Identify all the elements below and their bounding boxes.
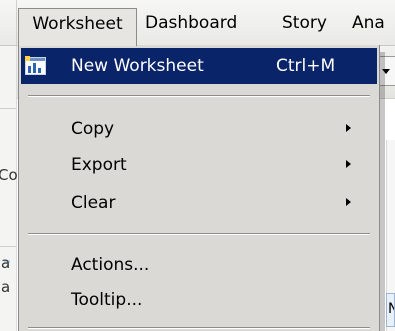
menu-story-label: Story — [282, 13, 327, 33]
menu-item-new-worksheet[interactable]: New Worksheet Ctrl+M — [21, 48, 377, 84]
chevron-right-icon — [346, 124, 351, 132]
menu-analysis-label: Ana — [352, 13, 385, 33]
menu-separator — [28, 95, 370, 97]
new-worksheet-icon — [25, 56, 47, 76]
left-pane-divider — [0, 246, 16, 247]
menu-separator — [28, 327, 370, 329]
menu-item-label: Copy — [71, 119, 115, 139]
left-pane-text-fragment: Co — [0, 166, 18, 184]
menu-analysis[interactable]: Ana — [352, 8, 385, 38]
menu-item-copy[interactable]: Copy — [21, 111, 377, 147]
chevron-right-icon — [346, 198, 351, 206]
left-pane: Co a a — [0, 46, 18, 331]
menu-item-tooltip[interactable]: Tooltip... — [21, 282, 377, 318]
menu-worksheet[interactable]: Worksheet — [18, 8, 137, 46]
menu-item-clear[interactable]: Clear — [21, 185, 377, 221]
worksheet-dropdown-menu: New Worksheet Ctrl+M Copy Export Clear A… — [18, 45, 380, 331]
dropdown-shadow — [380, 52, 385, 331]
menu-item-actions[interactable]: Actions... — [21, 247, 377, 283]
menu-bar: Worksheet Dashboard Story Ana — [0, 0, 395, 46]
menu-item-label: Export — [71, 155, 127, 175]
chevron-right-icon — [346, 160, 351, 168]
menu-item-label: Clear — [71, 193, 116, 213]
menu-separator — [28, 233, 370, 235]
menu-item-label: Actions... — [71, 255, 150, 275]
menu-story[interactable]: Story — [282, 8, 327, 38]
menu-item-label: New Worksheet — [71, 56, 204, 76]
right-pane-field[interactable]: N — [386, 293, 395, 327]
menu-dashboard[interactable]: Dashboard — [145, 8, 237, 38]
left-pane-text-fragment: a — [1, 254, 11, 272]
menu-item-label: Tooltip... — [71, 290, 143, 310]
left-pane-text-fragment: a — [1, 278, 11, 296]
menu-item-shortcut: Ctrl+M — [276, 56, 336, 76]
menu-item-export[interactable]: Export — [21, 147, 377, 183]
menu-bar-edge — [0, 0, 17, 46]
menu-worksheet-label: Worksheet — [32, 14, 123, 34]
menu-dashboard-label: Dashboard — [145, 13, 238, 33]
left-pane-divider — [0, 108, 16, 109]
right-pane-text-fragment: N — [387, 301, 394, 317]
